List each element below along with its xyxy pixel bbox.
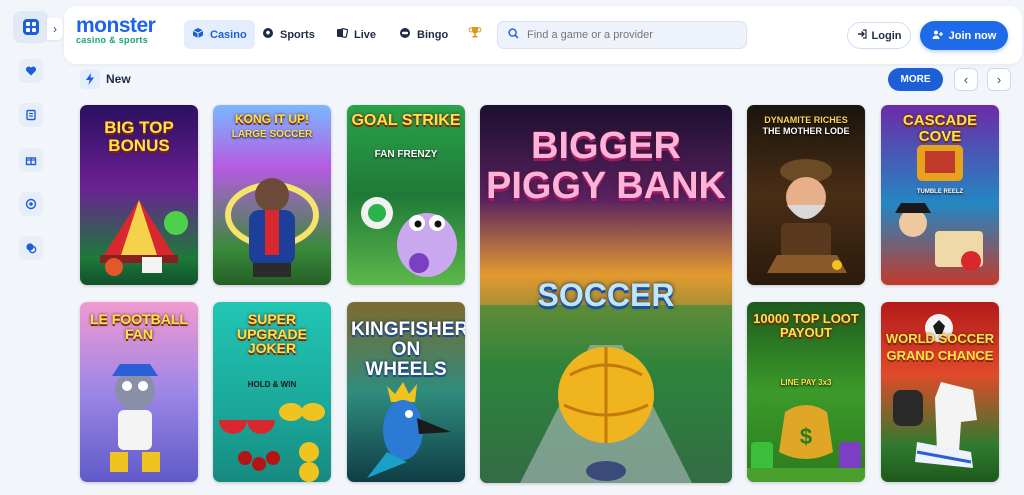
svg-text:$: $ — [800, 424, 812, 449]
bingo-icon — [399, 27, 411, 42]
game-tile[interactable]: KINGFISHER ON WHEELS — [347, 302, 465, 482]
game-title: BIG TOP BONUS — [104, 118, 174, 155]
join-now-button[interactable]: Join now — [920, 21, 1008, 50]
add-user-icon — [932, 29, 943, 43]
game-subtitle: LARGE SOCCER — [231, 129, 313, 140]
nav-sports[interactable]: Sports — [254, 20, 323, 49]
game-subtitle: HOLD & WIN — [247, 380, 297, 389]
game-title: WORLD SOCCER — [885, 331, 995, 346]
game-title: BIGGER PIGGY BANK — [485, 125, 726, 207]
nav-live[interactable]: Live — [328, 20, 384, 49]
game-tile[interactable]: BIG TOP BONUS — [80, 105, 198, 285]
section-title: New — [106, 72, 131, 86]
nav-bingo-label: Bingo — [417, 28, 449, 41]
nav-casino[interactable]: Casino — [184, 20, 255, 49]
game-subtitle: FAN FRENZY — [374, 149, 438, 160]
game-subtitle: TUMBLE REELZ — [916, 189, 964, 195]
top-bar: monster casino & sports Casino Sports Li… — [64, 6, 1022, 64]
game-title: DYNAMITE RICHES — [764, 115, 848, 125]
chevron-right-icon: › — [996, 72, 1002, 87]
nav-bingo[interactable]: Bingo — [391, 20, 456, 49]
game-title: CASCADE COVE — [902, 112, 978, 145]
login-button[interactable]: Login — [847, 22, 911, 49]
coupon-icon[interactable] — [19, 103, 43, 127]
nav-casino-label: Casino — [210, 28, 247, 41]
game-subtitle: GRAND CHANCE — [886, 348, 994, 363]
game-subtitle: THE MOTHER LODE — [762, 126, 850, 136]
sidebar-toggle-button[interactable]: › — [47, 18, 63, 40]
carousel-prev-button[interactable]: ‹ — [954, 68, 978, 91]
game-artwork — [361, 197, 457, 277]
chevron-left-icon: ‹ — [963, 72, 969, 87]
search-box[interactable] — [497, 21, 747, 49]
gift-icon[interactable] — [19, 148, 43, 172]
game-title: LE FOOTBALL FAN — [90, 311, 188, 342]
game-artwork — [893, 314, 977, 468]
chat-icon[interactable] — [19, 236, 43, 260]
heart-icon[interactable] — [19, 59, 43, 83]
game-title: KONG IT UP! — [235, 112, 309, 126]
game-title: 10000 TOP LOOT PAYOUT — [753, 311, 859, 340]
more-button[interactable]: MORE — [888, 68, 943, 91]
lightning-icon — [80, 69, 100, 89]
game-tile[interactable]: DYNAMITE RICHES THE MOTHER LODE — [747, 105, 865, 285]
game-subtitle: SOCCER — [537, 277, 675, 313]
game-tile[interactable]: SUPER UPGRADE JOKER HOLD & WIN — [213, 302, 331, 482]
soccer-ball-icon — [262, 27, 274, 42]
join-now-label: Join now — [948, 29, 997, 42]
chevron-right-icon: › — [53, 22, 57, 36]
game-tile[interactable]: WORLD SOCCER GRAND CHANCE — [881, 302, 999, 482]
logo-wordmark: monster — [76, 14, 156, 37]
left-rail: › — [0, 0, 63, 495]
game-tile[interactable]: LE FOOTBALL FAN — [80, 302, 198, 482]
carousel-next-button[interactable]: › — [987, 68, 1011, 91]
game-title: SUPER UPGRADE JOKER — [236, 311, 307, 357]
live-cards-icon — [336, 27, 349, 42]
login-arrow-icon — [857, 29, 867, 42]
nav-live-label: Live — [354, 28, 377, 41]
game-tile-featured[interactable]: BIGGER PIGGY BANK SOCCER — [480, 105, 732, 483]
menu-grid-icon[interactable] — [13, 11, 49, 43]
login-label: Login — [871, 29, 902, 42]
trophy-icon[interactable] — [468, 25, 482, 42]
game-title: GOAL STRIKE — [351, 112, 461, 129]
game-tile[interactable]: $ 10000 TOP LOOT PAYOUT LINE PAY 3x3 — [747, 302, 865, 482]
casino-cube-icon — [192, 27, 204, 42]
logo-tagline: casino & sports — [76, 35, 149, 45]
logo[interactable]: monster casino & sports — [76, 14, 156, 45]
search-icon — [508, 28, 519, 42]
target-icon[interactable] — [19, 192, 43, 216]
nav-sports-label: Sports — [280, 28, 315, 41]
game-title: KINGFISHER ON WHEELS — [351, 319, 465, 380]
game-tile[interactable]: CASCADE COVE TUMBLE REELZ — [881, 105, 999, 285]
game-subtitle: LINE PAY 3x3 — [780, 378, 832, 387]
game-tile[interactable]: KONG IT UP! LARGE SOCCER — [213, 105, 331, 285]
search-input[interactable] — [527, 29, 727, 41]
game-tile[interactable]: GOAL STRIKE FAN FRENZY — [347, 105, 465, 285]
